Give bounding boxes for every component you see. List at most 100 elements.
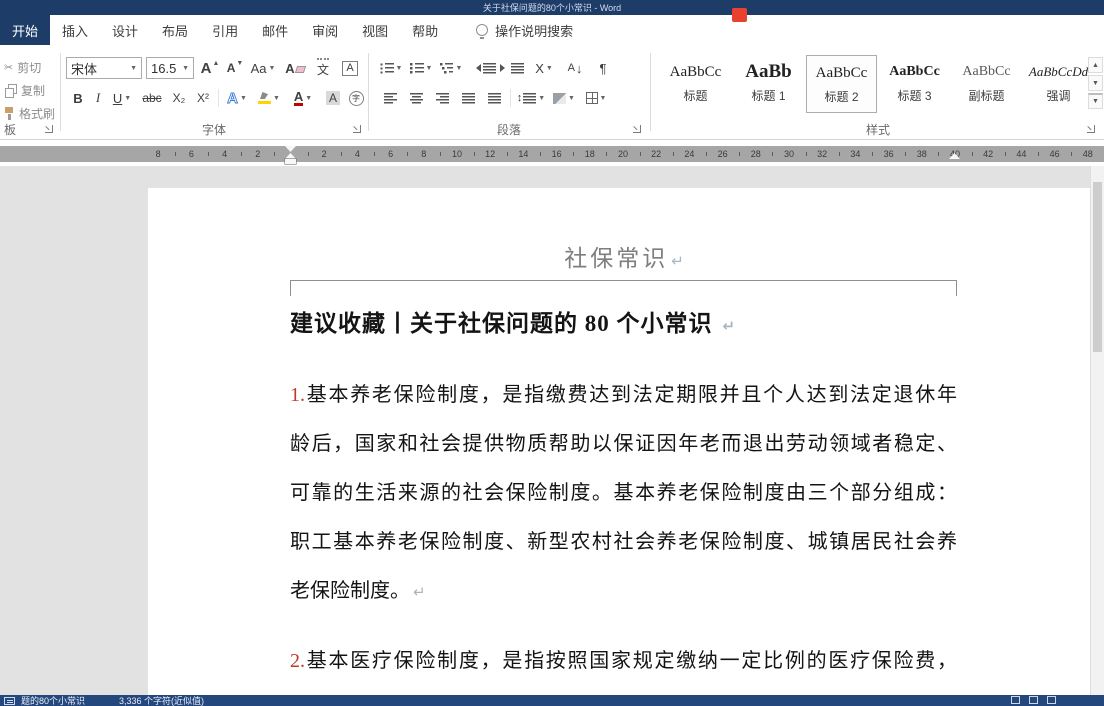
tab-help[interactable]: 帮助 (400, 15, 450, 45)
enclose-characters-button[interactable]: 字 (346, 87, 366, 109)
text-line[interactable]: 龄后，国家和社会提供物质帮助以保证因年老而退出劳动领域者稳定、 (290, 420, 957, 469)
body-paragraph-2[interactable]: 2.基本医疗保险制度，是指按照国家规定缴纳一定比例的医疗保险费， (290, 637, 957, 686)
paragraph-mark: ↵ (723, 317, 736, 335)
style-item-subtitle[interactable]: AaBbCc 副标题 (951, 55, 1022, 113)
status-left-text[interactable]: 题的80个小常识 (21, 694, 85, 706)
bullets-button[interactable]: ▼ (378, 57, 404, 79)
justify-button[interactable] (456, 87, 480, 109)
ruler-number: 44 (1016, 146, 1026, 162)
italic-button[interactable]: I (90, 87, 106, 109)
clear-formatting-icon: A (285, 61, 304, 76)
vertical-scrollbar[interactable] (1090, 166, 1104, 695)
line-text: 基本养老保险制度，是指缴费达到法定期限并且个人达到法定退休年 (305, 384, 957, 406)
text-line[interactable]: 可靠的生活来源的社会保险制度。基本养老保险制度由三个部分组成： (290, 469, 957, 518)
shading-button[interactable]: ▼ (550, 87, 578, 109)
document-title-line[interactable]: 社保常识↵ (148, 242, 1100, 278)
superscript-button[interactable]: X² (192, 87, 214, 109)
multilevel-list-button[interactable]: ▼ (438, 57, 464, 79)
styles-dialog-launcher[interactable] (1086, 124, 1096, 134)
proofing-icon[interactable] (4, 697, 15, 705)
copy-icon (4, 84, 17, 97)
left-indent-marker[interactable] (285, 159, 296, 164)
align-center-button[interactable] (404, 87, 428, 109)
ruler-number: 2 (322, 146, 327, 162)
subscript-button[interactable]: X₂ (168, 87, 190, 109)
shrink-font-button[interactable]: A▼ (224, 57, 246, 79)
paragraph-dialog-launcher[interactable] (632, 124, 642, 134)
styles-gallery-more-button[interactable]: ▼ (1088, 93, 1103, 109)
text-line[interactable]: 老保险制度。↵ (290, 567, 957, 617)
ruler-tick (972, 152, 973, 156)
ribbon: ✂ 剪切 复制 格式刷 板 宋体 ▼ 16.5 (0, 45, 1104, 140)
font-size-combo[interactable]: 16.5 ▼ (146, 57, 194, 79)
font-name-combo[interactable]: 宋体 ▼ (66, 57, 142, 79)
ruler-band[interactable]: 8642246810121416182022242628303234363840… (0, 146, 1104, 162)
styles-scroll-down-button[interactable]: ▼ (1088, 75, 1103, 91)
font-dialog-launcher[interactable] (352, 124, 362, 134)
distribute-button[interactable] (482, 87, 506, 109)
print-layout-icon[interactable] (1029, 696, 1038, 704)
text-lines-icon (523, 93, 536, 104)
numbered-list-icon (410, 63, 424, 74)
first-line-indent-marker[interactable] (285, 146, 296, 152)
decrease-indent-button[interactable] (472, 57, 496, 79)
read-mode-icon[interactable] (1011, 696, 1020, 704)
ruler-tick (640, 152, 641, 156)
character-border-button[interactable]: A (338, 57, 362, 79)
align-left-button[interactable] (378, 87, 402, 109)
show-formatting-marks-button[interactable]: ¶ (592, 57, 614, 79)
format-painter-icon (4, 107, 15, 120)
change-case-button[interactable]: Aa▼ (248, 57, 278, 79)
right-indent-marker[interactable] (949, 153, 960, 159)
align-right-button[interactable] (430, 87, 454, 109)
multilevel-list-icon (440, 63, 454, 74)
bold-button[interactable]: B (68, 87, 88, 109)
grow-font-button[interactable]: A▲ (198, 57, 222, 79)
underline-button[interactable]: U▼ (108, 87, 136, 109)
line-spacing-button[interactable]: ↕▼ (516, 87, 546, 109)
tab-references[interactable]: 引用 (200, 15, 250, 45)
tab-view[interactable]: 视图 (350, 15, 400, 45)
highlight-color-button[interactable]: ▼ (254, 87, 284, 109)
tab-layout[interactable]: 布局 (150, 15, 200, 45)
style-item-heading-1[interactable]: AaBb 标题 1 (733, 55, 804, 113)
styles-scroll-up-button[interactable]: ▲ (1088, 57, 1103, 73)
borders-button[interactable]: ▼ (582, 87, 610, 109)
copy-button[interactable]: 复制 (4, 80, 45, 100)
web-layout-icon[interactable] (1047, 696, 1056, 704)
document-heading-line[interactable]: 建议收藏丨关于社保问题的 80 个小常识↵ (290, 304, 735, 346)
ruler-tick (739, 152, 740, 156)
sort-button[interactable]: A↓ (562, 57, 588, 79)
style-item-heading-3[interactable]: AaBbCc 标题 3 (879, 55, 950, 113)
text-line[interactable]: 1.基本养老保险制度，是指缴费达到法定期限并且个人达到法定退休年 (290, 371, 957, 420)
tab-mailings[interactable]: 邮件 (250, 15, 300, 45)
tab-design[interactable]: 设计 (100, 15, 150, 45)
tab-insert[interactable]: 插入 (50, 15, 100, 45)
text-line[interactable]: 职工基本养老保险制度、新型农村社会养老保险制度、城镇居民社会养 (290, 518, 957, 567)
character-shading-button[interactable]: A (322, 87, 344, 109)
style-item-emphasis[interactable]: AaBbCcDd 强调 (1023, 55, 1094, 113)
cut-button[interactable]: ✂ 剪切 (4, 57, 41, 77)
numbering-button[interactable]: ▼ (408, 57, 434, 79)
clear-formatting-button[interactable]: A (282, 57, 308, 79)
style-item-heading-2[interactable]: AaBbCc 标题 2 (806, 55, 877, 113)
tab-review[interactable]: 审阅 (300, 15, 350, 45)
body-paragraph-1[interactable]: 1.基本养老保险制度，是指缴费达到法定期限并且个人达到法定退休年 龄后，国家和社… (290, 371, 957, 617)
style-item-heading[interactable]: AaBbCc 标题 (660, 55, 731, 113)
scrollbar-thumb[interactable] (1093, 182, 1102, 352)
tab-home[interactable]: 开始 (0, 15, 50, 45)
text-line[interactable]: 2.基本医疗保险制度，是指按照国家规定缴纳一定比例的医疗保险费， (290, 637, 957, 686)
asian-layout-button[interactable]: X▼ (530, 57, 558, 79)
tell-me-search[interactable]: 操作说明搜索 (476, 15, 573, 45)
phonetic-guide-button[interactable]: 文 (310, 57, 336, 79)
strikethrough-button[interactable]: abc (138, 87, 166, 109)
clipboard-dialog-launcher[interactable] (44, 124, 54, 134)
word-count-text[interactable]: 3,336 个字符(近似值) (119, 694, 204, 706)
increase-indent-button[interactable] (500, 57, 524, 79)
text-effects-button[interactable]: A▼ (224, 87, 250, 109)
document-page[interactable]: 社保常识↵ 建议收藏丨关于社保问题的 80 个小常识↵ 1.基本养老保险制度，是… (148, 188, 1100, 695)
font-color-button[interactable]: A▼ (288, 87, 318, 109)
ruler-number: 18 (585, 146, 595, 162)
notification-badge[interactable] (732, 8, 747, 22)
clipboard-group-label-text: 板 (4, 121, 16, 138)
